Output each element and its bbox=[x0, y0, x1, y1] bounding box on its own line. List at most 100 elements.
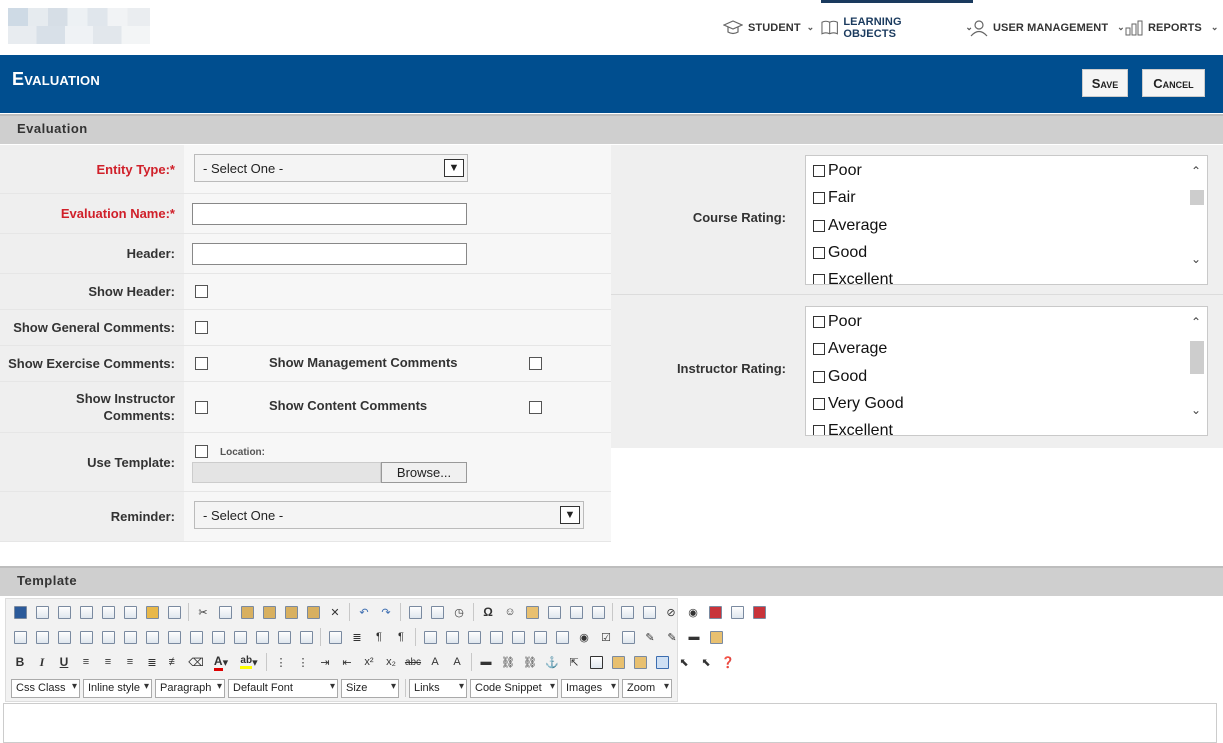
indent-icon[interactable]: ⇥ bbox=[314, 651, 336, 673]
delete-icon[interactable]: ✕ bbox=[324, 601, 346, 623]
rtl-icon[interactable]: ¶ bbox=[390, 626, 412, 648]
paragraph-left-icon[interactable]: ≣ bbox=[346, 626, 368, 648]
checkbox[interactable] bbox=[813, 316, 825, 328]
css-class-dropdown[interactable]: Css Class bbox=[11, 678, 80, 698]
checkbox[interactable] bbox=[813, 425, 825, 435]
insert-table-icon[interactable] bbox=[9, 626, 31, 648]
template-editor-area[interactable] bbox=[3, 703, 1217, 743]
checkbox[interactable] bbox=[813, 371, 825, 383]
grid-icon[interactable] bbox=[651, 651, 673, 673]
table-properties-icon[interactable] bbox=[229, 626, 251, 648]
image-icon[interactable] bbox=[616, 601, 638, 623]
list-item[interactable]: Average bbox=[813, 215, 887, 237]
code-snippet-dropdown[interactable]: Code Snippet bbox=[470, 678, 558, 698]
zoom-dropdown[interactable]: Zoom bbox=[622, 678, 672, 698]
date-icon[interactable] bbox=[426, 601, 448, 623]
div-icon[interactable] bbox=[419, 626, 441, 648]
ltr-icon[interactable]: ¶ bbox=[368, 626, 390, 648]
list-item[interactable]: Average bbox=[813, 338, 887, 360]
send-backward-icon[interactable] bbox=[629, 651, 651, 673]
time-icon[interactable]: ◷ bbox=[448, 601, 470, 623]
unordered-list-icon[interactable]: ⋮ bbox=[292, 651, 314, 673]
entity-type-select[interactable]: - Select One - ▼ bbox=[194, 154, 468, 182]
edit-icon[interactable]: ✎ bbox=[639, 626, 661, 648]
show-general-comments-checkbox[interactable] bbox=[195, 321, 208, 334]
location-input[interactable] bbox=[192, 462, 381, 483]
show-header-checkbox[interactable] bbox=[195, 285, 208, 298]
keyboard-icon[interactable] bbox=[521, 601, 543, 623]
cell-vertical-icon[interactable] bbox=[295, 626, 317, 648]
clean-icon[interactable] bbox=[141, 601, 163, 623]
checkbox[interactable] bbox=[813, 165, 825, 177]
header-input[interactable] bbox=[192, 243, 467, 265]
button-icon[interactable] bbox=[529, 626, 551, 648]
evaluation-name-input[interactable] bbox=[192, 203, 467, 225]
instructor-rating-list[interactable]: Poor Average Good Very Good Excellent ⌃ … bbox=[805, 306, 1208, 436]
font-color-icon[interactable]: A ▾ bbox=[207, 651, 235, 673]
align-left-icon[interactable]: ≡ bbox=[75, 651, 97, 673]
paste-icon[interactable] bbox=[236, 601, 258, 623]
align-justify-icon[interactable]: ≣ bbox=[141, 651, 163, 673]
scroll-down-icon[interactable]: ⌄ bbox=[1191, 252, 1201, 266]
underline-icon[interactable]: U bbox=[53, 651, 75, 673]
flash-icon[interactable]: ⊘ bbox=[660, 601, 682, 623]
horizontal-line-icon[interactable]: ▬ bbox=[683, 626, 705, 648]
pdf-icon[interactable] bbox=[704, 601, 726, 623]
pointer-icon[interactable]: ⬉ bbox=[695, 651, 717, 673]
scroll-up-icon[interactable]: ⌃ bbox=[1191, 315, 1201, 329]
paste-html-icon[interactable] bbox=[302, 601, 324, 623]
rule-icon[interactable]: ▬ bbox=[475, 651, 497, 673]
textbox-icon[interactable] bbox=[463, 626, 485, 648]
nav-reports[interactable]: REPORTS ⌄ bbox=[1125, 0, 1219, 55]
font-size-down-icon[interactable]: A bbox=[446, 651, 468, 673]
browse-button[interactable]: Browse... bbox=[381, 462, 467, 483]
textarea-icon[interactable] bbox=[485, 626, 507, 648]
scrollbar-thumb[interactable] bbox=[1190, 341, 1204, 374]
bold-icon[interactable]: B bbox=[9, 651, 31, 673]
pointer-plus-icon[interactable]: ⬉ bbox=[673, 651, 695, 673]
form-field-icon[interactable] bbox=[441, 626, 463, 648]
insert-icon[interactable] bbox=[404, 601, 426, 623]
checkbox[interactable] bbox=[813, 343, 825, 355]
list-item[interactable]: Good bbox=[813, 242, 867, 264]
superscript-icon[interactable]: x² bbox=[358, 651, 380, 673]
undo-icon[interactable]: ↶ bbox=[353, 601, 375, 623]
preview-icon[interactable] bbox=[75, 601, 97, 623]
find-replace-icon[interactable] bbox=[324, 626, 346, 648]
redo-icon[interactable]: ↷ bbox=[375, 601, 397, 623]
checkbox[interactable] bbox=[813, 192, 825, 204]
link-icon[interactable]: ⛓ bbox=[497, 651, 519, 673]
list-item[interactable]: Excellent bbox=[813, 269, 893, 284]
list-item[interactable]: Fair bbox=[813, 187, 856, 209]
scroll-up-icon[interactable]: ⌃ bbox=[1191, 164, 1201, 178]
cut-icon[interactable]: ✂ bbox=[192, 601, 214, 623]
cell-properties-icon[interactable] bbox=[251, 626, 273, 648]
list-item[interactable]: Poor bbox=[813, 160, 862, 182]
listbox-icon[interactable] bbox=[551, 626, 573, 648]
subscript-icon[interactable]: x₂ bbox=[380, 651, 402, 673]
show-content-comments-checkbox[interactable] bbox=[529, 401, 542, 414]
paste-word-icon[interactable] bbox=[280, 601, 302, 623]
list-item[interactable]: Poor bbox=[813, 311, 862, 333]
images-dropdown[interactable]: Images bbox=[561, 678, 619, 698]
unlink-icon[interactable]: ⛓ bbox=[519, 651, 541, 673]
align-center-icon[interactable]: ≡ bbox=[97, 651, 119, 673]
print-icon[interactable] bbox=[53, 601, 75, 623]
course-rating-list[interactable]: Poor Fair Average Good Excellent ⌃ ⌄ bbox=[805, 155, 1208, 285]
links-dropdown[interactable]: Links bbox=[409, 678, 467, 698]
pen-icon[interactable]: ✎ bbox=[661, 626, 683, 648]
properties-icon[interactable] bbox=[705, 626, 727, 648]
size-dropdown[interactable]: Size bbox=[341, 678, 399, 698]
nav-learning-objects[interactable]: LEARNING OBJECTS ⌄ bbox=[821, 0, 973, 55]
show-instructor-comments-checkbox[interactable] bbox=[195, 401, 208, 414]
italic-icon[interactable]: I bbox=[31, 651, 53, 673]
align-right-icon[interactable]: ≡ bbox=[119, 651, 141, 673]
insert-row-above-icon[interactable] bbox=[31, 626, 53, 648]
insert-column-right-icon[interactable] bbox=[119, 626, 141, 648]
hidden-field-icon[interactable] bbox=[507, 626, 529, 648]
cell-horizontal-icon[interactable] bbox=[273, 626, 295, 648]
checkbox[interactable] bbox=[813, 274, 825, 284]
font-dropdown[interactable]: Default Font bbox=[228, 678, 338, 698]
select-all-icon[interactable] bbox=[119, 601, 141, 623]
use-template-checkbox[interactable] bbox=[195, 445, 208, 458]
